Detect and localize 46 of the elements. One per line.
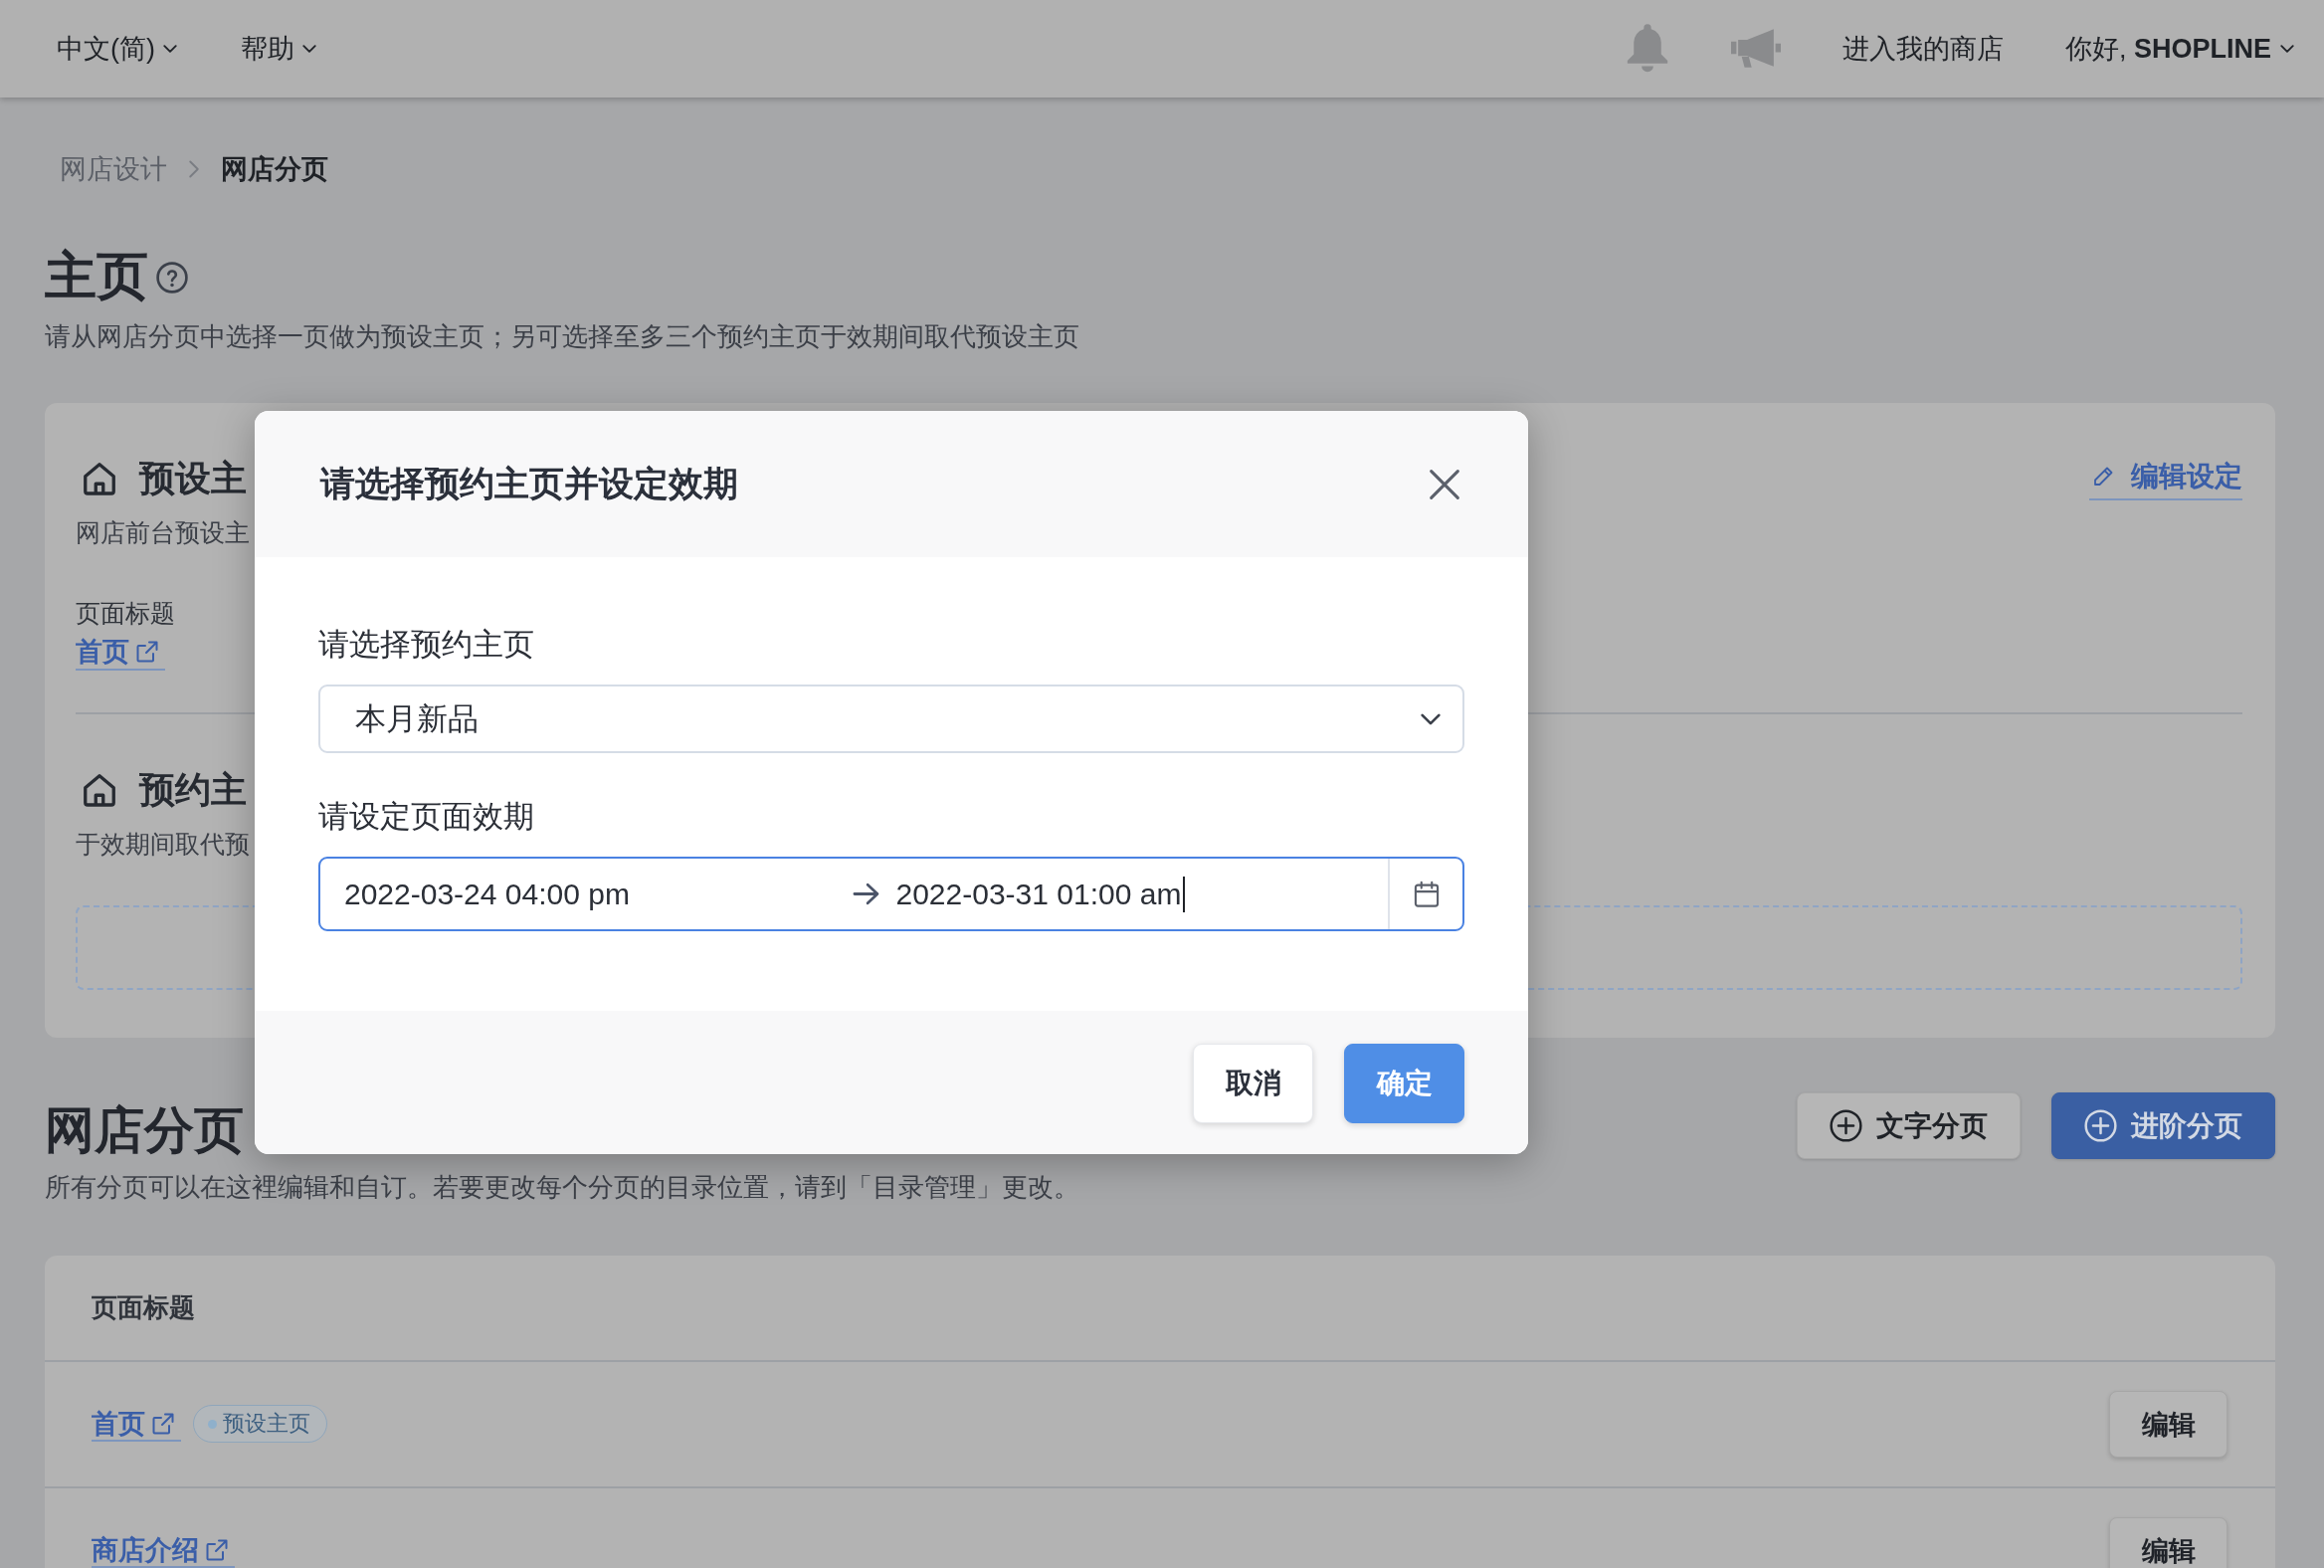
plus-circle-icon bbox=[1830, 1109, 1862, 1142]
arrow-right-icon bbox=[852, 882, 880, 905]
edit-button[interactable]: 编辑 bbox=[2109, 1391, 2227, 1458]
field-label: 请设定页面效期 bbox=[318, 798, 534, 836]
column-header: 页面标题 bbox=[92, 1291, 195, 1324]
text-cursor-icon bbox=[1183, 876, 1186, 912]
edit-button[interactable]: 编辑 bbox=[2109, 1517, 2227, 1568]
date-range-picker[interactable]: 2022-03-24 04:00 pm 2022-03-31 01:00 am bbox=[318, 857, 1464, 931]
add-page-button[interactable]: 进阶分页 bbox=[2051, 1092, 2275, 1159]
cancel-button[interactable]: 取消 bbox=[1193, 1044, 1313, 1123]
external-link-icon bbox=[205, 1538, 229, 1562]
chevron-down-icon bbox=[2280, 45, 2294, 53]
status-dot-icon bbox=[208, 1419, 217, 1429]
chevron-down-icon bbox=[163, 45, 177, 53]
dropdown-menu[interactable]: 中文(简) bbox=[57, 31, 177, 67]
breadcrumb-item: 网店分页 bbox=[221, 153, 328, 186]
close-icon[interactable] bbox=[1429, 468, 1460, 500]
plus-circle-icon bbox=[2084, 1109, 2117, 1142]
tag-label: 预设主页 bbox=[223, 1410, 310, 1438]
external-link-icon bbox=[135, 640, 159, 664]
store-link[interactable]: 进入我的商店 bbox=[1841, 31, 2004, 67]
chevron-right-icon bbox=[189, 160, 199, 178]
field-label: 请选择预约主页 bbox=[318, 626, 534, 664]
page-description: 请从网店分页中选择一页做为预设主页；另可选择至多三个预约主页于效期间取代预设主页 bbox=[45, 320, 1079, 353]
field-label: 页面标题 bbox=[76, 598, 175, 629]
end-date-input[interactable]: 2022-03-31 01:00 am bbox=[895, 877, 1182, 911]
section-subtitle: 网店前台预设主 bbox=[76, 517, 250, 548]
help-icon[interactable] bbox=[156, 262, 188, 294]
start-date-input[interactable]: 2022-03-24 04:00 pm bbox=[344, 877, 630, 911]
house-icon bbox=[82, 772, 117, 808]
user-menu[interactable]: 你好, SHOPLINE bbox=[2064, 31, 2294, 67]
section-heading: 网店分页 bbox=[45, 1100, 244, 1160]
chevron-down-icon bbox=[1421, 712, 1441, 725]
house-icon bbox=[82, 461, 117, 496]
homepage-select[interactable]: 本月新品 bbox=[318, 685, 1464, 753]
calendar-icon[interactable] bbox=[1412, 880, 1441, 908]
dialog-title: 请选择预约主页并设定效期 bbox=[320, 463, 738, 504]
external-link-icon bbox=[151, 1412, 175, 1436]
dropdown-menu[interactable]: 帮助 bbox=[241, 31, 316, 67]
section-subtitle: 于效期间取代预 bbox=[76, 829, 250, 860]
page-title: 主页 bbox=[45, 246, 148, 306]
section-title: 预设主 bbox=[139, 456, 247, 500]
chevron-down-icon bbox=[302, 45, 316, 53]
add-page-button[interactable]: 文字分页 bbox=[1797, 1092, 2021, 1159]
section-description: 所有分页可以在这裡编辑和自订。若要更改每个分页的目录位置，请到「目录管理」更改。 bbox=[45, 1171, 1079, 1204]
section-title: 预约主 bbox=[139, 767, 247, 812]
